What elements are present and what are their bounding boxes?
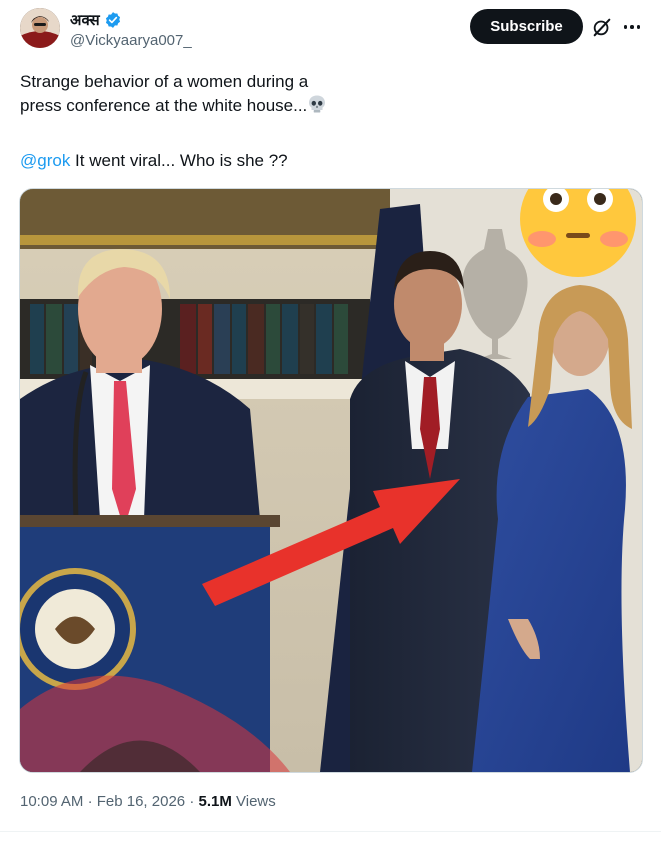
tweet-mention-line: @grok It went viral... Who is she ?? — [20, 149, 288, 173]
tweet-text: Strange behavior of a women during a pre… — [20, 70, 400, 118]
divider — [0, 831, 661, 832]
views-count: 5.1M — [198, 793, 232, 810]
views-label: Views — [236, 793, 276, 810]
avatar[interactable] — [20, 8, 60, 48]
verified-badge-icon — [105, 12, 120, 28]
more-icon[interactable] — [621, 16, 643, 38]
tweet-question: It went viral... Who is she ?? — [70, 151, 288, 170]
author-handle[interactable]: @Vickyaarya007_ — [70, 32, 192, 49]
display-name[interactable]: अक्स — [70, 10, 100, 30]
skull-emoji — [309, 95, 326, 113]
tweet-media[interactable] — [19, 188, 643, 773]
tweet-text-line-1: Strange behavior of a women during a — [20, 72, 309, 91]
subscribe-button[interactable]: Subscribe — [470, 9, 583, 44]
tweet-post: अक्स @Vickyaarya007_ Subscribe Strange b… — [0, 0, 661, 848]
media-image — [20, 189, 642, 772]
tweet-time[interactable]: 10:09 AM — [20, 793, 83, 810]
grok-icon[interactable] — [591, 16, 613, 38]
meta-separator: · — [87, 793, 97, 810]
tweet-text-line-2-wrap: press conference at the white house... — [20, 94, 400, 118]
author-name-row[interactable]: अक्स — [70, 10, 122, 30]
tweet-metadata: 10:09 AM · Feb 16, 2026 · 5.1M Views — [20, 793, 276, 810]
grok-mention-link[interactable]: @grok — [20, 151, 70, 170]
tweet-date[interactable]: Feb 16, 2026 — [97, 793, 185, 810]
tweet-text-line-2: press conference at the white house... — [20, 96, 308, 115]
